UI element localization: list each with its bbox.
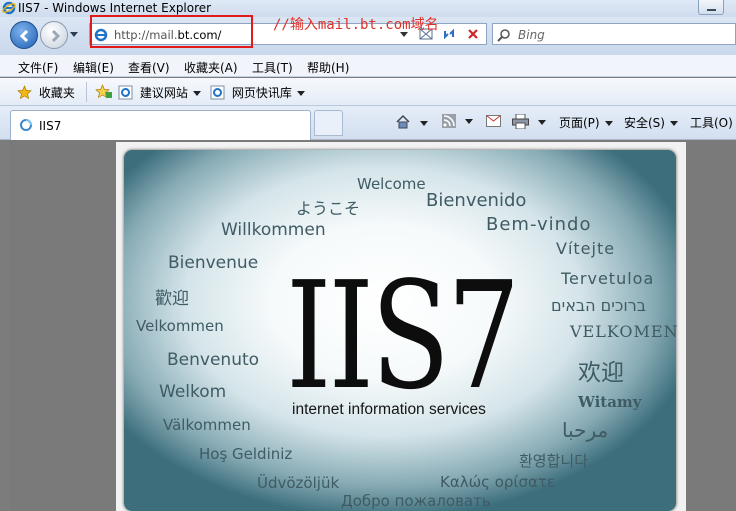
tools-menu[interactable]: 工具(O) — [690, 114, 733, 131]
ie-logo-icon — [2, 1, 16, 15]
search-box[interactable]: Bing — [492, 23, 736, 45]
tools-menu-label: 工具(O) — [690, 116, 733, 130]
page-menu-label: 页面(P) — [559, 116, 600, 130]
menu-tools[interactable]: 工具(T) — [252, 59, 293, 76]
chevron-down-icon — [464, 119, 473, 124]
home-button[interactable] — [395, 114, 428, 130]
greeting-word: Добро пожаловать — [341, 492, 491, 510]
safety-menu[interactable]: 安全(S) — [624, 114, 678, 131]
arrow-left-icon — [19, 29, 29, 43]
iis7-logo-text: IIS7 — [286, 250, 520, 422]
window-title: IIS7 - Windows Internet Explorer — [18, 1, 212, 15]
read-mail-button[interactable] — [486, 114, 501, 128]
ie-page-icon — [118, 85, 133, 100]
greeting-word: Welcome — [357, 175, 426, 193]
favorites-bar: 收藏夹 建议网站 网页快讯库 — [0, 78, 736, 106]
favorites-button[interactable]: 收藏夹 — [17, 84, 75, 101]
greeting-word: 歡迎 — [155, 289, 189, 309]
annotation-text: //输入mail.bt.com域名 — [273, 17, 439, 33]
greeting-word: 欢迎 — [578, 360, 624, 386]
search-placeholder: Bing — [518, 28, 545, 42]
close-icon — [468, 29, 478, 39]
menu-bar: 文件(F) 编辑(E) 查看(V) 收藏夹(A) 工具(T) 帮助(H) — [0, 55, 736, 77]
stop-button[interactable] — [464, 25, 484, 43]
search-icon — [497, 29, 510, 42]
greeting-word: VELKOMEN — [570, 322, 679, 341]
favorites-label: 收藏夹 — [38, 86, 75, 100]
printer-icon — [512, 113, 529, 130]
chevron-down-icon — [669, 121, 678, 126]
new-tab-button[interactable] — [314, 110, 343, 136]
tab-iis7[interactable]: IIS7 — [10, 110, 311, 140]
greeting-word: ברוכים הבאים — [551, 296, 646, 315]
menu-help[interactable]: 帮助(H) — [307, 59, 349, 76]
page-menu[interactable]: 页面(P) — [559, 114, 613, 131]
chevron-down-icon — [604, 121, 613, 126]
refresh-button[interactable] — [440, 25, 460, 43]
greeting-word: Üdvözöljük — [257, 474, 340, 492]
chevron-down-icon — [419, 121, 428, 126]
chevron-down-icon — [192, 91, 201, 96]
greeting-word: Witamy — [578, 393, 642, 411]
mail-icon — [486, 115, 501, 127]
arrow-right-icon — [51, 29, 61, 43]
feeds-button[interactable] — [442, 114, 473, 128]
toolbar-separator — [86, 82, 87, 102]
greeting-word: Welkom — [159, 382, 227, 402]
add-favorite-icon — [95, 84, 112, 99]
highlight-box — [90, 15, 253, 48]
ie-page-icon — [210, 85, 225, 100]
suggested-sites-label: 建议网站 — [139, 86, 188, 100]
greeting-word: Bienvenido — [426, 190, 527, 211]
greeting-word: Tervetuloa — [561, 269, 655, 288]
greeting-word: Benvenuto — [167, 350, 260, 370]
greeting-word: Bem-vindo — [486, 214, 592, 235]
minimize-button[interactable] — [698, 0, 724, 15]
tab-title: IIS7 — [39, 119, 62, 133]
home-icon — [396, 114, 410, 129]
greeting-word: 환영합니다 — [519, 452, 589, 470]
greeting-word: Vítejte — [556, 239, 616, 258]
refresh-icon — [444, 28, 454, 40]
tab-bar: IIS7 页面(P) 安全(S) 工具(O) — [0, 106, 736, 140]
forward-button[interactable] — [40, 21, 68, 49]
greeting-word: مرحبا — [562, 418, 609, 442]
safety-menu-label: 安全(S) — [624, 116, 665, 130]
web-slice-gallery-label: 网页快讯库 — [231, 86, 292, 100]
star-icon — [17, 85, 32, 100]
menu-favorites[interactable]: 收藏夹(A) — [184, 59, 238, 76]
web-slice-gallery-button[interactable]: 网页快讯库 — [210, 84, 305, 101]
greeting-word: ようこそ — [296, 199, 361, 218]
recent-pages-dropdown[interactable] — [70, 32, 78, 37]
greeting-word: Hoş Geldiniz — [199, 445, 293, 463]
rss-icon — [442, 114, 456, 128]
greeting-word: Velkommen — [136, 317, 224, 335]
iis7-subtitle: internet information services — [292, 401, 486, 418]
loading-icon — [20, 119, 32, 131]
greeting-word: Välkommen — [163, 416, 251, 434]
menu-view[interactable]: 查看(V) — [128, 59, 170, 76]
add-favorite-button[interactable] — [95, 84, 112, 99]
greeting-word: Καλώς ορίσατε — [440, 473, 556, 491]
chevron-down-icon — [296, 91, 305, 96]
menu-file[interactable]: 文件(F) — [18, 59, 58, 76]
menu-edit[interactable]: 编辑(E) — [73, 59, 114, 76]
chevron-down-icon — [537, 120, 546, 125]
print-button[interactable] — [512, 113, 546, 130]
greeting-word: Willkommen — [221, 220, 326, 240]
greeting-word: Bienvenue — [168, 253, 259, 273]
suggested-sites-button[interactable]: 建议网站 — [118, 84, 201, 101]
back-button[interactable] — [10, 21, 38, 49]
